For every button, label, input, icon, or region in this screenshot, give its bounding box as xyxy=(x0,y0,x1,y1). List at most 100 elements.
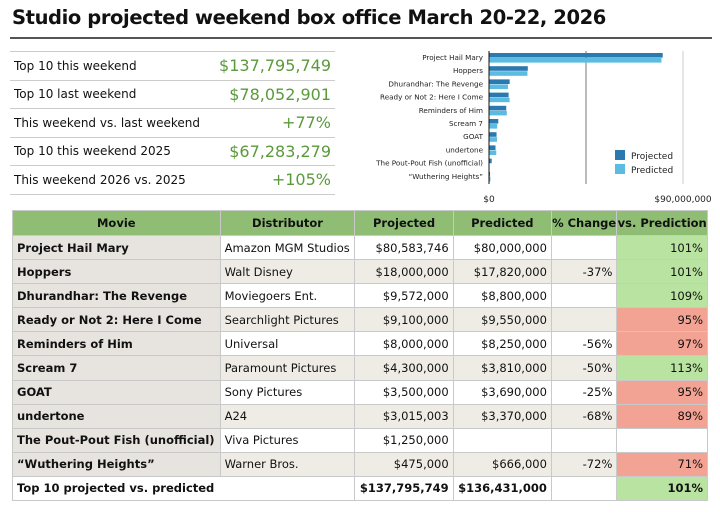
distributor-cell: Universal xyxy=(219,331,356,357)
bar-projected xyxy=(489,92,509,98)
predicted-cell: $17,820,000 xyxy=(452,259,552,285)
table-row: Reminders of Him Universal $8,000,000 $8… xyxy=(12,331,708,357)
table-row: Project Hail Mary Amazon MGM Studios $80… xyxy=(12,234,708,261)
category-label: Reminders of Him xyxy=(419,106,483,115)
predicted-cell xyxy=(452,427,552,453)
column-header: Movie xyxy=(12,210,221,236)
summary-label: This weekend 2026 vs. 2025 xyxy=(10,165,212,195)
projected-cell: $80,583,746 xyxy=(354,234,454,261)
bar-predicted xyxy=(489,84,508,89)
summary-value: +105% xyxy=(211,165,335,195)
projected-cell: $4,300,000 xyxy=(354,355,454,381)
vs-prediction-cell: 89% xyxy=(616,403,708,429)
summary-value: +77% xyxy=(211,108,335,138)
total-projected: $137,795,749 xyxy=(354,475,454,502)
bar-projected xyxy=(489,53,663,58)
category-label: The Pout-Pout Fish (unofficial) xyxy=(375,159,483,168)
box-office-table: Movie Distributor Projected Predicted% Chan… xyxy=(11,210,708,502)
bar-predicted xyxy=(489,124,498,129)
table-row: Scream 7 Paramount Pictures $4,300,000 $… xyxy=(12,355,708,381)
total-row: Top 10 projected vs. predicted $137,795,… xyxy=(11,475,708,502)
projected-cell: $3,015,003 xyxy=(354,403,454,429)
table-row: Dhurandhar: The Revenge Moviegoers Ent. … xyxy=(12,283,708,309)
legend-swatch xyxy=(615,150,625,160)
distributor-cell: Paramount Pictures xyxy=(219,355,356,381)
change-cell xyxy=(550,283,618,309)
summary-row: This weekend 2026 vs. 2025 +105% xyxy=(10,165,335,195)
summary-row: This weekend vs. last weekend +77% xyxy=(10,108,335,138)
summary-value: $78,052,901 xyxy=(211,80,335,109)
change-cell: -72% xyxy=(550,451,618,477)
summary-value: $137,795,749 xyxy=(211,51,335,81)
category-label: undertone xyxy=(446,145,484,154)
column-header: vs. Prediction xyxy=(616,210,708,236)
vs-prediction-cell: 95% xyxy=(616,307,708,333)
vs-prediction-cell: 101% xyxy=(616,259,708,285)
table-row: The Pout-Pout Fish (unofficial) Viva Pic… xyxy=(12,427,708,453)
distributor-cell: Viva Pictures xyxy=(219,427,356,453)
change-cell: -50% xyxy=(550,355,618,381)
distributor-cell: A24 xyxy=(219,403,356,429)
predicted-cell: $3,370,000 xyxy=(452,403,552,429)
vs-prediction-cell: 97% xyxy=(616,331,708,357)
table-row: GOAT Sony Pictures $3,500,000 $3,690,000… xyxy=(12,379,708,405)
bar-predicted xyxy=(489,150,497,155)
category-label: Dhurandhar: The Revenge xyxy=(388,79,483,88)
vs-prediction-cell: 109% xyxy=(616,283,708,309)
bar-projected xyxy=(489,119,499,124)
table-row: “Wuthering Heights” Warner Bros. $475,00… xyxy=(12,451,708,477)
category-label: “Wuthering Heights” xyxy=(408,172,483,181)
projected-cell: $9,100,000 xyxy=(354,307,454,333)
table-row: undertone A24 $3,015,003 $3,370,000 -68%… xyxy=(12,403,708,429)
change-cell: -25% xyxy=(550,379,618,405)
change-cell xyxy=(550,234,618,261)
legend-label: Projected xyxy=(631,152,673,162)
table-row: Ready or Not 2: Here I Come Searchlight … xyxy=(12,307,708,333)
vs-prediction-cell: 95% xyxy=(616,379,708,405)
movie-cell: The Pout-Pout Fish (unofficial) xyxy=(12,427,221,453)
summary-table: Top 10 this weekend $137,795,749 Top 10 la… xyxy=(10,51,335,195)
total-change-empty xyxy=(550,475,618,502)
x-tick-label: $0 xyxy=(483,195,495,205)
total-label: Top 10 projected vs. predicted xyxy=(11,475,356,502)
bar-projected xyxy=(489,145,496,150)
projected-cell: $18,000,000 xyxy=(354,259,454,285)
summary-label: This weekend vs. last weekend xyxy=(10,108,212,138)
summary-row: Top 10 this weekend $137,795,749 xyxy=(10,51,335,81)
legend-swatch xyxy=(615,164,625,174)
projected-cell: $8,000,000 xyxy=(354,331,454,357)
movie-cell: Reminders of Him xyxy=(12,331,221,357)
summary-label: Top 10 last weekend xyxy=(10,80,212,109)
bar-projected xyxy=(489,79,510,84)
distributor-cell: Searchlight Pictures xyxy=(219,307,356,333)
category-label: Ready or Not 2: Here I Come xyxy=(380,93,484,102)
projected-cell: $475,000 xyxy=(354,451,454,477)
distributor-cell: Amazon MGM Studios xyxy=(219,234,356,261)
predicted-cell: $80,000,000 xyxy=(452,234,552,261)
x-tick-label: $90,000,000 xyxy=(654,195,712,205)
distributor-cell: Sony Pictures xyxy=(219,379,356,405)
category-label: Hoppers xyxy=(453,66,483,75)
predicted-cell: $8,250,000 xyxy=(452,331,552,357)
movie-cell: undertone xyxy=(12,403,221,429)
change-cell: -68% xyxy=(550,403,618,429)
bar-predicted xyxy=(489,58,662,63)
change-cell: -56% xyxy=(550,331,618,357)
vs-prediction-cell: 71% xyxy=(616,451,708,477)
movie-cell: Hoppers xyxy=(12,259,221,285)
distributor-cell: Moviegoers Ent. xyxy=(219,283,356,309)
total-vs-prediction: 101% xyxy=(616,475,708,502)
column-header: % Change xyxy=(550,210,618,236)
movie-cell: Project Hail Mary xyxy=(12,234,221,261)
category-label: GOAT xyxy=(463,132,483,141)
vs-prediction-cell xyxy=(616,427,708,453)
predicted-cell: $3,810,000 xyxy=(452,355,552,381)
bar-predicted xyxy=(489,71,528,76)
bar-predicted xyxy=(489,97,510,103)
bar-predicted xyxy=(489,137,497,142)
bar-projected xyxy=(489,66,528,71)
change-cell xyxy=(550,307,618,333)
page-title: Studio projected weekend box office Marc… xyxy=(12,6,606,29)
summary-label: Top 10 this weekend xyxy=(10,51,212,81)
movie-cell: Scream 7 xyxy=(12,355,221,381)
